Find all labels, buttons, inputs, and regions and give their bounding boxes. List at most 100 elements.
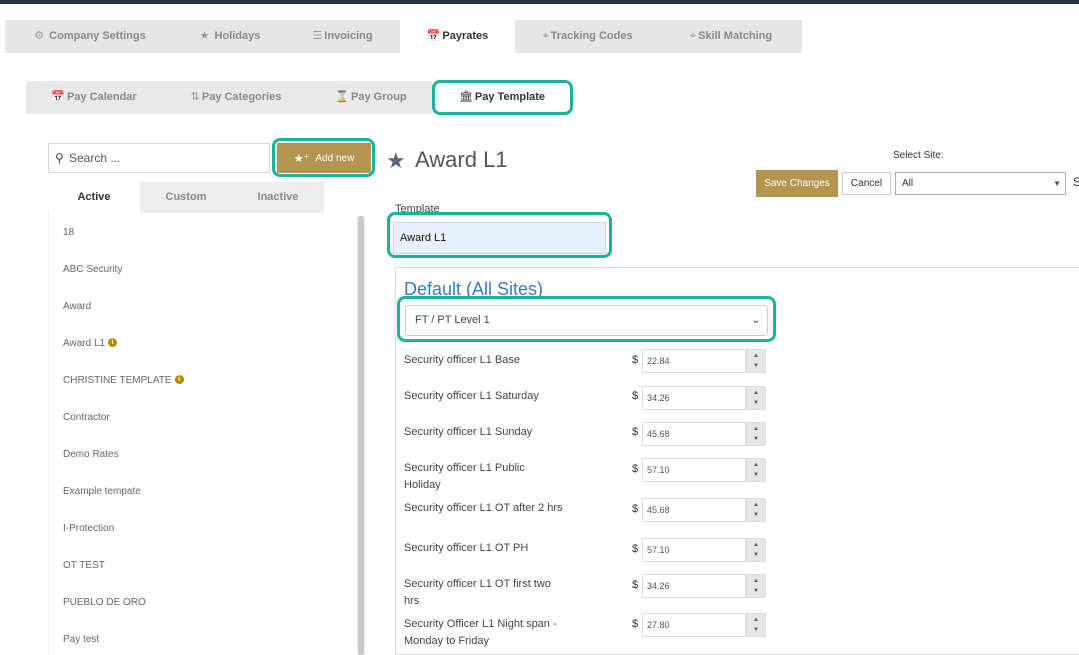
star-plus-icon: ★⁺ (293, 152, 310, 165)
tab-inactive[interactable]: Inactive (232, 182, 324, 213)
add-new-button[interactable]: ★⁺ Add new (277, 143, 371, 173)
currency-symbol: $ (632, 618, 639, 630)
tab-pay-template[interactable]: 🏛 Pay Template (432, 81, 572, 114)
list-item[interactable]: CHRISTINE TEMPLATE i (49, 361, 368, 398)
list-item-label: CHRISTINE TEMPLATE (63, 375, 172, 386)
bank-icon: 🏛 (458, 91, 473, 103)
tab-pay-categories[interactable]: ⇅ Pay Categories (162, 81, 310, 114)
template-label: Template (395, 203, 440, 215)
list-item[interactable]: PUEBLO DE ORO (49, 583, 368, 620)
tab-label: Pay Group (351, 91, 407, 103)
tab-company-settings[interactable]: ⚙ Company Settings (5, 20, 175, 53)
rate-stepper[interactable]: ▲ ▼ (746, 613, 766, 637)
rate-input[interactable]: 57.10 (642, 458, 746, 482)
rate-row: Security officer L1 Base $ 22.84 ▲ ▼ (404, 349, 769, 385)
currency-symbol: $ (632, 426, 639, 438)
tab-payrates[interactable]: 📅 Payrates (400, 20, 515, 53)
rate-row: Security officer L1 OT first two hrs $ 3… (404, 573, 769, 609)
sub-tabs-filler (572, 81, 1079, 114)
list-item[interactable]: Award (49, 287, 368, 324)
list-item-label: Pay test (63, 634, 100, 645)
search-input[interactable] (69, 148, 265, 168)
list-item[interactable]: Pay test (49, 620, 368, 655)
save-button[interactable]: Save Changes (756, 170, 838, 197)
list-item[interactable]: I-Protection (49, 509, 368, 546)
tab-label: Payrates (442, 30, 489, 42)
template-list: 18 ABC Security Award Award L1 i CHRISTIN… (48, 213, 368, 655)
rate-row: Security officer L1 Saturday $ 34.26 ▲ ▼ (404, 385, 769, 421)
currency-symbol: $ (632, 354, 639, 366)
hourglass-icon: ⌛ (335, 91, 350, 103)
tab-invoicing[interactable]: ☰ Invoicing (285, 20, 400, 53)
invoice-icon: ☰ (312, 30, 323, 42)
add-new-label: Add new (315, 152, 355, 164)
list-item[interactable]: OT TEST (49, 546, 368, 583)
rate-label: Security officer L1 OT first two hrs (404, 578, 551, 607)
rate-row: Security officer L1 OT after 2 hrs $ 45.… (404, 497, 769, 533)
tab-active[interactable]: Active (48, 182, 140, 213)
list-item[interactable]: Award L1 i (49, 324, 368, 361)
rate-stepper[interactable]: ▲ ▼ (746, 538, 766, 562)
list-item[interactable]: Demo Rates (49, 435, 368, 472)
info-icon: i (108, 337, 118, 347)
currency-symbol: $ (632, 463, 639, 475)
tab-label: Skill Matching (698, 30, 773, 42)
level-select-value: FT / PT Level 1 (415, 314, 490, 326)
list-item-label: Example tempate (63, 486, 141, 497)
rate-input[interactable]: 27.80 (642, 613, 746, 637)
star-icon: ★ (386, 148, 406, 173)
currency-symbol: $ (632, 579, 639, 591)
list-item-label: Contractor (63, 412, 110, 423)
tab-pay-calendar[interactable]: 📅 Pay Calendar (26, 81, 162, 114)
chevron-down-icon: ⌄ (751, 315, 760, 326)
rate-input[interactable]: 57.10 (642, 538, 746, 562)
rate-input[interactable]: 45.68 (642, 422, 746, 446)
rate-label: Security officer L1 OT after 2 hrs (404, 502, 563, 514)
rate-input[interactable]: 22.84 (642, 349, 746, 373)
rate-label: Security officer L1 Sunday (404, 426, 533, 438)
rate-row: Security officer L1 Sunday $ 45.68 ▲ ▼ (404, 421, 769, 457)
list-item-label: OT TEST (63, 560, 105, 571)
rate-stepper[interactable]: ▲ ▼ (746, 498, 766, 522)
list-item-label: Demo Rates (63, 449, 119, 460)
rate-stepper[interactable]: ▲ ▼ (746, 349, 766, 373)
tab-label: Company Settings (49, 30, 146, 42)
currency-symbol: $ (632, 543, 639, 555)
list-item-label: 18 (63, 227, 75, 238)
list-item-label: ABC Security (63, 264, 123, 275)
tab-pay-group[interactable]: ⌛ Pay Group (310, 81, 432, 114)
list-item-label: PUEBLO DE ORO (63, 597, 146, 608)
rate-stepper[interactable]: ▲ ▼ (746, 458, 766, 482)
calendar-icon: 📅 (426, 30, 441, 42)
list-item[interactable]: Example tempate (49, 472, 368, 509)
tab-custom[interactable]: Custom (140, 182, 232, 213)
rate-input[interactable]: 34.26 (642, 386, 746, 410)
rate-label: Security officer L1 Base (404, 354, 520, 366)
site-select[interactable]: All ▼ (895, 172, 1066, 195)
currency-symbol: $ (632, 503, 639, 515)
tab-label: Pay Calendar (67, 91, 137, 103)
list-item[interactable]: ABC Security (49, 250, 368, 287)
tab-holidays[interactable]: ★ Holidays (175, 20, 285, 53)
list-scrollbar-thumb[interactable] (358, 216, 364, 655)
page-title: Award L1 (415, 147, 508, 172)
tab-skill-matching[interactable]: ⌖ Skill Matching (660, 20, 802, 53)
list-item[interactable]: Contractor (49, 398, 368, 435)
tab-label: Tracking Codes (550, 30, 633, 42)
rate-label: Security officer L1 Public Holiday (404, 462, 525, 491)
tab-tracking-codes[interactable]: ⌖ Tracking Codes (515, 20, 660, 53)
rate-input[interactable]: 34.26 (642, 574, 746, 598)
cancel-button[interactable]: Cancel (842, 172, 891, 195)
rate-row: Security officer L1 OT PH $ 57.10 ▲ ▼ (404, 537, 769, 573)
rate-label: Security Officer L1 Night span - Monday … (404, 618, 557, 647)
template-name-input[interactable]: Award L1 (393, 222, 606, 254)
list-item[interactable]: 18 (49, 213, 368, 250)
rate-stepper[interactable]: ▲ ▼ (746, 386, 766, 410)
level-select[interactable]: FT / PT Level 1 ⌄ (405, 305, 768, 336)
template-search: ⚲ (48, 143, 270, 173)
rate-stepper[interactable]: ▲ ▼ (746, 574, 766, 598)
currency-symbol: $ (632, 390, 639, 402)
rate-input[interactable]: 45.68 (642, 498, 746, 522)
rate-stepper[interactable]: ▲ ▼ (746, 422, 766, 446)
list-tabs: Active Custom Inactive (48, 182, 324, 213)
